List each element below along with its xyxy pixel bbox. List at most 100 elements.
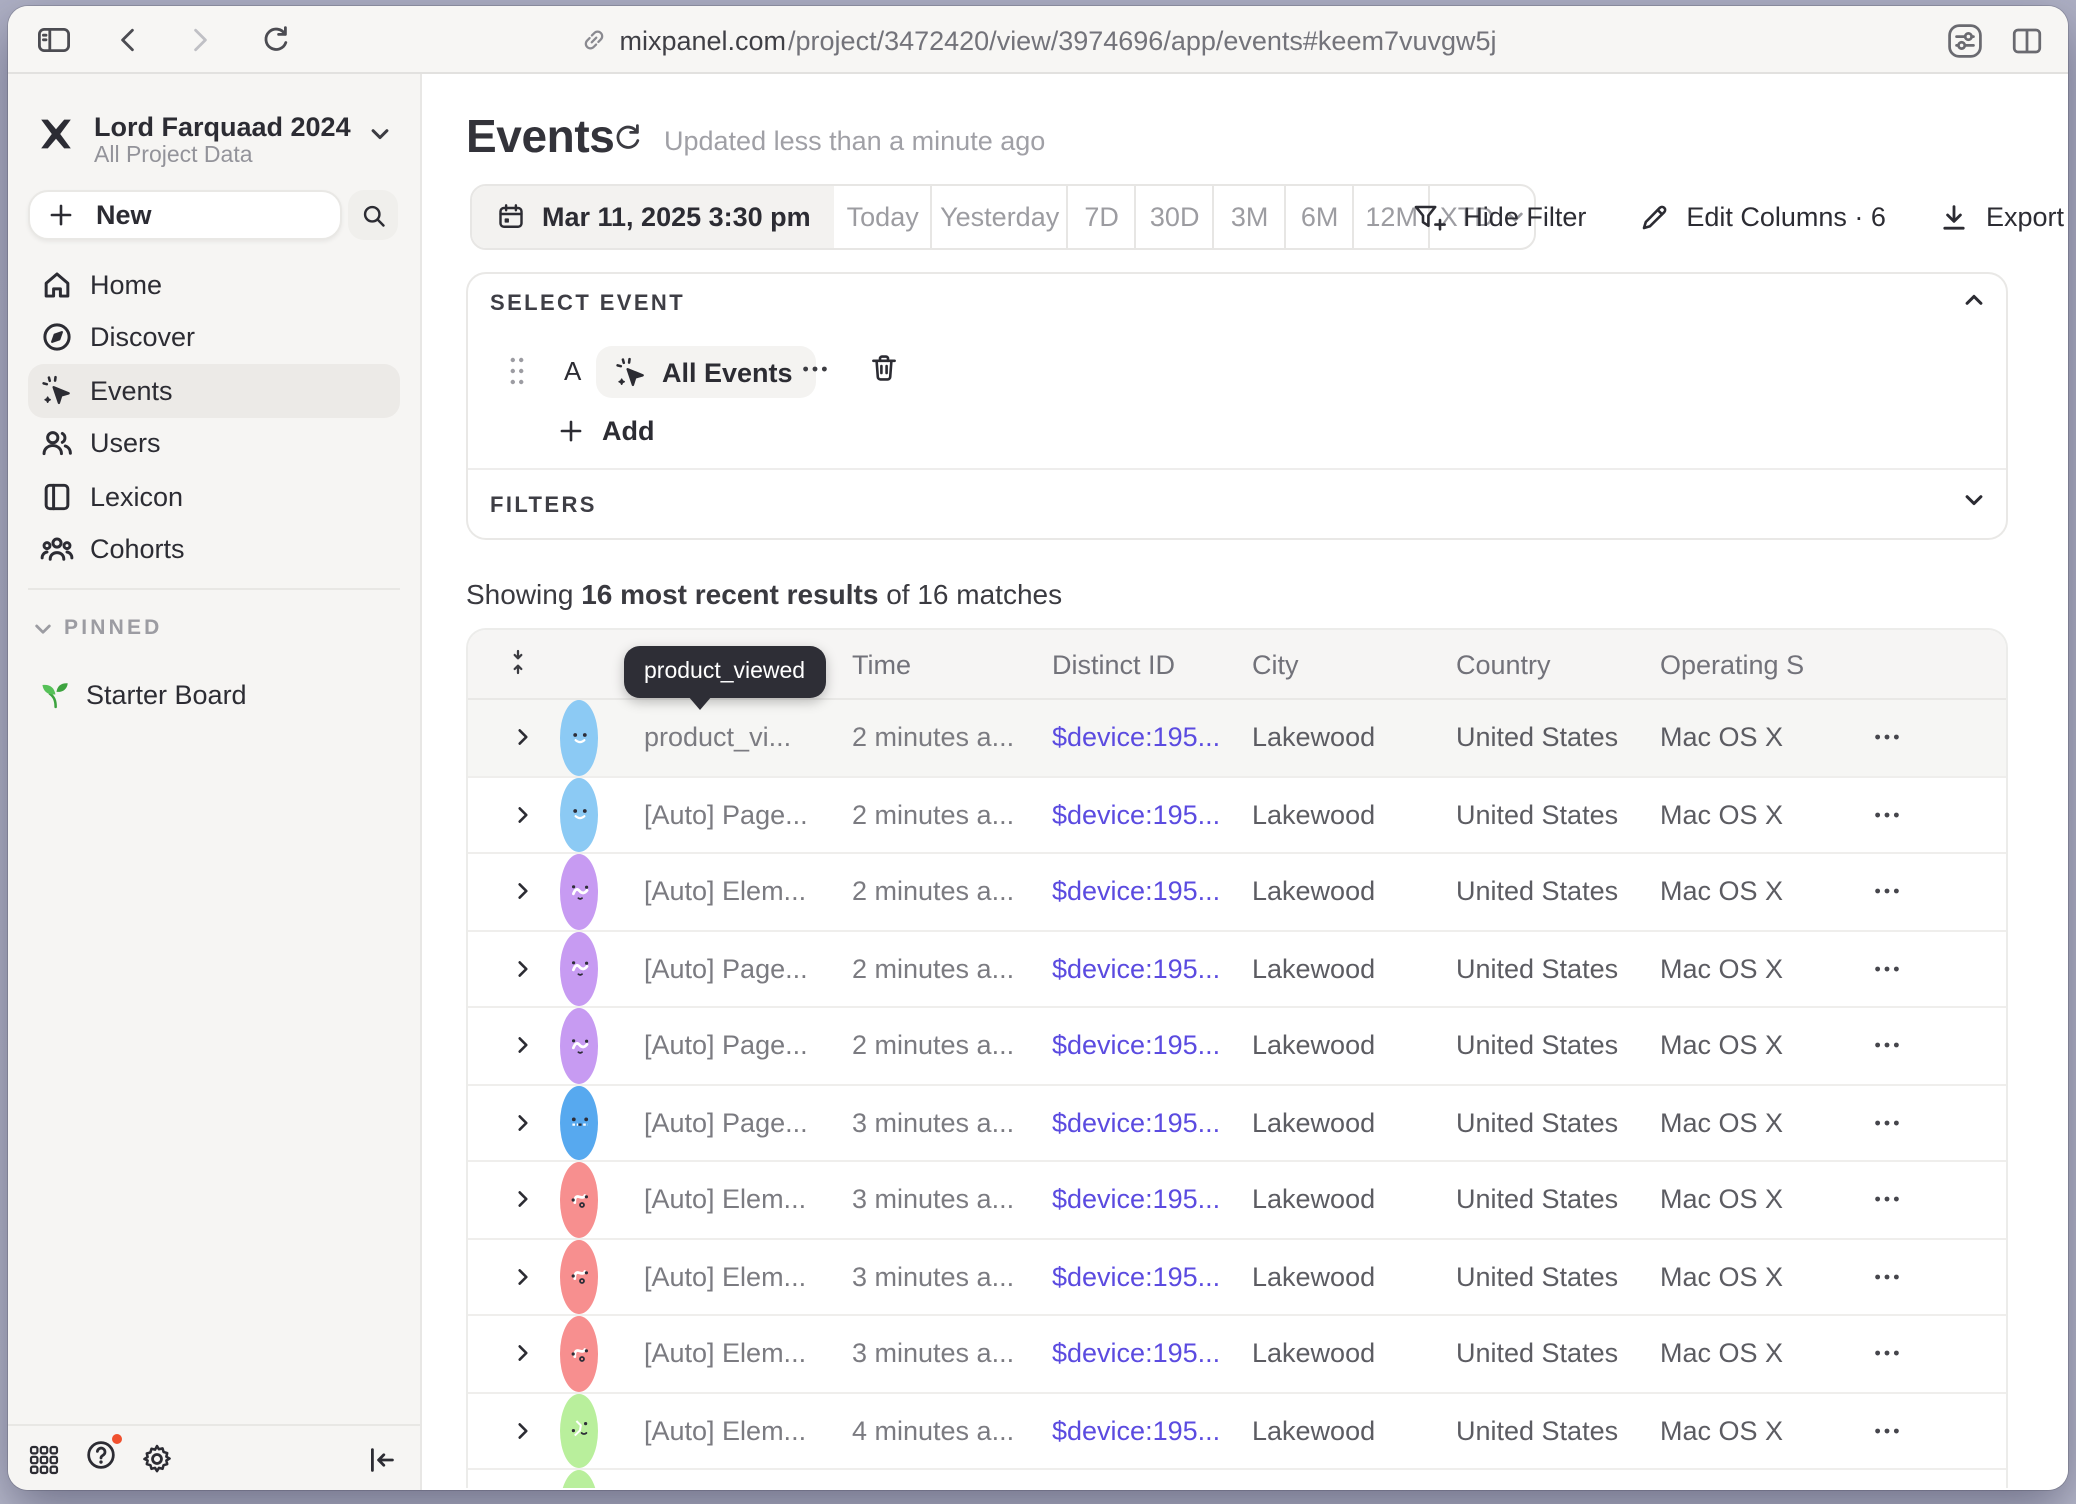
collapse-rows-button[interactable] xyxy=(504,648,532,676)
table-row[interactable]: [Auto] Page... 2 minutes a... $device:19… xyxy=(468,777,2006,854)
row-expand-chevron-icon[interactable] xyxy=(508,1008,536,1083)
hide-filter-button[interactable]: Hide Filter xyxy=(1411,201,1586,233)
row-expand-chevron-icon[interactable] xyxy=(508,700,536,775)
sidebar-item-starter-board[interactable]: Starter Board xyxy=(28,670,400,718)
row-actions-button[interactable] xyxy=(1860,1162,1912,1237)
address-bar[interactable]: mixpanel.com/project/3472420/view/397469… xyxy=(8,6,2068,74)
table-row[interactable]: [Auto] Elem... 3 minutes a... $device:19… xyxy=(468,1162,2006,1239)
preset-7d[interactable]: 7D xyxy=(1067,186,1135,248)
cell-distinct-id[interactable]: $device:195... xyxy=(1052,854,1244,929)
browser-extensions-button[interactable] xyxy=(1946,6,1984,74)
column-header-distinct-id[interactable]: Distinct ID xyxy=(1052,630,1175,700)
preset-3m[interactable]: 3M xyxy=(1213,186,1285,248)
sidebar-item-events[interactable]: Events xyxy=(28,364,400,417)
pinned-section-header[interactable]: PINNED xyxy=(32,616,163,640)
drag-handle[interactable] xyxy=(508,354,526,388)
refresh-button[interactable] xyxy=(612,122,644,154)
cell-distinct-id[interactable]: $device:195... xyxy=(1052,1008,1244,1083)
sidebar-bottom-bar xyxy=(8,1424,420,1490)
row-expand-chevron-icon[interactable] xyxy=(508,854,536,929)
collapse-section-button[interactable] xyxy=(1962,288,1986,312)
sidebar-item-discover[interactable]: Discover xyxy=(28,311,400,364)
cell-city: Lakewood xyxy=(1252,1085,1448,1160)
split-view-button[interactable] xyxy=(2010,6,2044,74)
table-row[interactable]: [Auto] Page... 3 minutes a... $device:19… xyxy=(468,1085,2006,1162)
project-switcher[interactable]: Lord Farquaad 2024 All Project Data xyxy=(8,94,420,178)
events-table: Time Distinct ID City Country Operating S pr… xyxy=(466,628,2008,1488)
preset-today[interactable]: Today xyxy=(835,186,931,248)
add-event-button[interactable]: Add xyxy=(558,416,655,446)
table-row[interactable]: [Auto] Page... 2 minutes a... $device:19… xyxy=(468,931,2006,1008)
new-button[interactable]: New xyxy=(28,190,342,240)
export-button[interactable]: Export xyxy=(1938,201,2064,233)
sidebar-item-lexicon[interactable]: Lexicon xyxy=(28,470,400,523)
cell-distinct-id[interactable]: $device:195... xyxy=(1052,700,1244,775)
row-actions-button[interactable] xyxy=(1860,1008,1912,1083)
sidebar-item-cohorts[interactable]: Cohorts xyxy=(28,523,400,576)
preset-6m[interactable]: 6M xyxy=(1285,186,1353,248)
row-actions-button[interactable] xyxy=(1860,931,1912,1006)
sidebar-item-home[interactable]: Home xyxy=(28,258,400,311)
cell-distinct-id[interactable]: $device:195... xyxy=(1052,777,1244,852)
table-row[interactable]: [Auto] Elem... 3 minutes a... $device:19… xyxy=(468,1316,2006,1393)
row-actions-button[interactable] xyxy=(1860,1085,1912,1160)
cell-distinct-id[interactable]: $device:195... xyxy=(1052,931,1244,1006)
tooltip-text: product_viewed xyxy=(644,660,805,684)
cell-distinct-id[interactable]: $device:195... xyxy=(1052,1162,1244,1237)
edit-columns-button[interactable]: Edit Columns · 6 xyxy=(1638,201,1886,233)
table-row[interactable]: [Auto] Elem... 4 minutes a... $device:19… xyxy=(468,1393,2006,1470)
collapse-sidebar-button[interactable] xyxy=(366,1426,398,1490)
cell-distinct-id[interactable] xyxy=(1052,1470,1244,1488)
all-events-chip[interactable]: All Events xyxy=(596,346,817,398)
preset-yesterday[interactable]: Yesterday xyxy=(931,186,1067,248)
row-expand-chevron-icon[interactable] xyxy=(508,931,536,1006)
column-header-operating-s[interactable]: Operating S xyxy=(1660,630,1804,700)
cell-city: Lakewood xyxy=(1252,1393,1448,1468)
expand-filters-button[interactable] xyxy=(1962,488,1986,512)
column-header-country[interactable]: Country xyxy=(1456,630,1551,700)
cell-distinct-id[interactable]: $device:195... xyxy=(1052,1239,1244,1314)
table-row[interactable]: product_vi... 2 minutes a... $device:195… xyxy=(468,700,2006,777)
table-row[interactable]: [Auto] Elem... 2 minutes a... $device:19… xyxy=(468,854,2006,931)
cell-distinct-id[interactable]: $device:195... xyxy=(1052,1393,1244,1468)
row-expand-chevron-icon[interactable] xyxy=(508,1316,536,1391)
cell-country: United States xyxy=(1456,777,1656,852)
cell-distinct-id[interactable]: $device:195... xyxy=(1052,1085,1244,1160)
table-row[interactable]: [Auto] Page... 2 minutes a... $device:19… xyxy=(468,1008,2006,1085)
date-range-button[interactable]: Mar 11, 2025 3:30 pm xyxy=(472,186,835,248)
table-row[interactable] xyxy=(468,1470,2006,1488)
url-path: /project/3472420/view/3974696/app/events… xyxy=(788,25,1497,55)
delete-event-button[interactable] xyxy=(868,352,900,384)
search-button[interactable] xyxy=(348,190,398,240)
column-header-city[interactable]: City xyxy=(1252,630,1299,700)
edit-columns-label: Edit Columns · 6 xyxy=(1686,202,1886,232)
row-actions-button[interactable] xyxy=(1860,700,1912,775)
row-actions-button[interactable] xyxy=(1860,777,1912,852)
help-button[interactable] xyxy=(84,1426,118,1490)
apps-grid-button[interactable] xyxy=(28,1426,60,1490)
row-expand-chevron-icon[interactable] xyxy=(508,1239,536,1314)
cell-operating-system: Mac OS X xyxy=(1660,700,1860,775)
table-row[interactable]: [Auto] Elem... 3 minutes a... $device:19… xyxy=(468,1239,2006,1316)
row-actions-button[interactable] xyxy=(1860,1393,1912,1468)
settings-button[interactable] xyxy=(140,1426,174,1490)
column-header-time[interactable]: Time xyxy=(852,630,911,700)
row-expand-chevron-icon[interactable] xyxy=(508,1085,536,1160)
row-expand-chevron-icon[interactable] xyxy=(508,1162,536,1237)
sidebar-item-users[interactable]: Users xyxy=(28,417,400,470)
cell-distinct-id[interactable]: $device:195... xyxy=(1052,1316,1244,1391)
cell-operating-system: Mac OS X xyxy=(1660,854,1860,929)
cell-operating-system: Mac OS X xyxy=(1660,1008,1860,1083)
row-actions-button[interactable] xyxy=(1860,1316,1912,1391)
preset-30d[interactable]: 30D xyxy=(1135,186,1213,248)
row-expand-chevron-icon[interactable] xyxy=(508,1393,536,1468)
event-options-button[interactable] xyxy=(800,354,830,384)
row-actions-button[interactable] xyxy=(1860,1239,1912,1314)
export-label: Export xyxy=(1986,202,2064,232)
cell-time: 2 minutes a... xyxy=(852,777,1044,852)
row-actions-button[interactable] xyxy=(1860,854,1912,929)
row-expand-chevron-icon[interactable] xyxy=(508,777,536,852)
cell-country: United States xyxy=(1456,700,1656,775)
cell-operating-system: Mac OS X xyxy=(1660,1316,1860,1391)
cell-event-name: product_vi... xyxy=(644,700,844,775)
